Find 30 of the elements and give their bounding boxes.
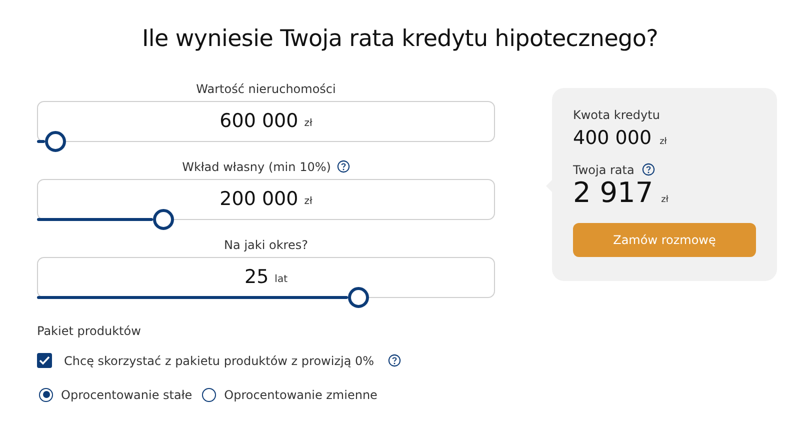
rate-label: Twoja rata	[573, 162, 634, 178]
value-field[interactable]: 600 000 zł	[37, 100, 495, 142]
help-icon[interactable]	[388, 354, 402, 368]
section-heading: Pakiet produktów	[37, 322, 142, 340]
rate-amount: 2 917	[573, 178, 654, 206]
help-icon[interactable]	[336, 160, 350, 174]
unit-label: lat	[274, 272, 288, 287]
unit-label: zł	[660, 136, 667, 149]
field-value: 200 000	[220, 186, 298, 212]
field-label: Wkład własny (min 10%)	[182, 158, 331, 175]
unit-label: zł	[661, 194, 668, 206]
help-icon[interactable]	[642, 163, 656, 176]
field-value: 600 000	[220, 108, 298, 134]
radio-label: Oprocentowanie stałe	[61, 386, 192, 404]
slider-thumb[interactable]	[45, 130, 66, 152]
radio-label: Oprocentowanie zmienne	[224, 386, 378, 404]
radio-button[interactable]	[202, 388, 216, 402]
checkbox[interactable]	[37, 353, 52, 368]
field-label: Wartość nieruchomości	[196, 80, 336, 97]
checkbox-label: Chcę skorzystać z pakietu produktów z prowizją 0%	[64, 352, 374, 370]
radio-button[interactable]	[39, 388, 53, 402]
field-label: Na jaki okres?	[224, 236, 308, 253]
slider-thumb[interactable]	[348, 286, 369, 308]
page-title: Ile wyniesie Twoja rata kredytu hipotecznego?	[140, 25, 660, 54]
unit-label: zł	[304, 116, 312, 131]
unit-label: zł	[304, 194, 312, 209]
slider-thumb[interactable]	[152, 208, 174, 230]
loan-label: Kwota kredytu	[573, 107, 661, 124]
field-value: 25	[244, 264, 269, 290]
loan-amount: 400 000	[573, 126, 652, 151]
